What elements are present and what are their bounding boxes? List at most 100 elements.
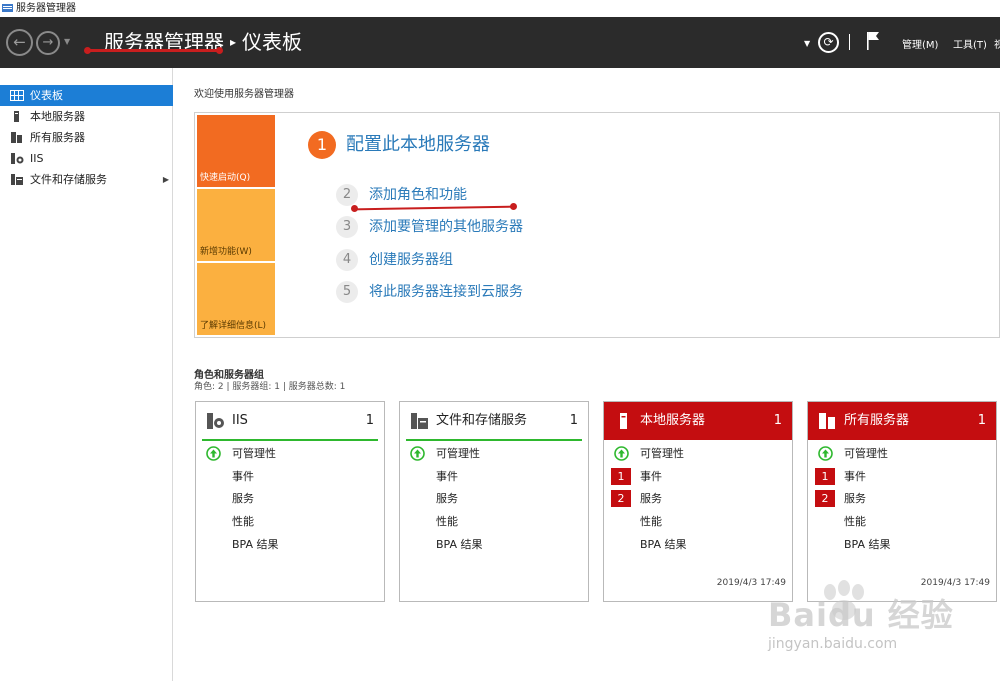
sidebar-item-file-storage[interactable]: 文件和存储服务 ▶ bbox=[0, 169, 173, 190]
role-card-row[interactable]: 可管理性 bbox=[436, 446, 480, 462]
menu-tools[interactable]: 工具(T) bbox=[953, 36, 987, 51]
role-card-row[interactable]: 可管理性 bbox=[640, 446, 684, 462]
navigation-header: ← → ▼ 服务器管理器 ▸ 仪表板 ▼ ⟳ 管理(M) 工具(T) 视 bbox=[0, 17, 1000, 68]
manageability-ok-icon bbox=[206, 446, 221, 461]
tile-label: 快速启动(Q) bbox=[200, 173, 251, 183]
role-card-row[interactable]: 性能 bbox=[232, 514, 254, 530]
refresh-icon: ⟳ bbox=[823, 35, 834, 49]
sidebar-item-label: 所有服务器 bbox=[30, 131, 85, 144]
role-card-row[interactable]: BPA 结果 bbox=[232, 537, 279, 553]
role-card-icon bbox=[819, 413, 835, 429]
sidebar-item-label: 仪表板 bbox=[30, 89, 63, 102]
role-card-header[interactable]: 本地服务器 1 bbox=[604, 402, 792, 440]
annotation-dot bbox=[216, 47, 223, 54]
alert-count-badge[interactable]: 1 bbox=[815, 468, 835, 485]
role-card-row[interactable]: 事件 bbox=[844, 469, 866, 485]
role-card-row[interactable]: 服务 bbox=[844, 491, 866, 507]
manageability-ok-icon bbox=[410, 446, 425, 461]
dashboard-icon bbox=[10, 90, 24, 101]
back-arrow-icon: ← bbox=[13, 33, 26, 51]
role-card-row[interactable]: 可管理性 bbox=[232, 446, 276, 462]
role-card-row[interactable]: 服务 bbox=[436, 491, 458, 507]
tile-learn-more[interactable]: 了解详细信息(L) bbox=[197, 263, 275, 335]
alert-count-badge[interactable]: 2 bbox=[611, 490, 631, 507]
sidebar-item-label: IIS bbox=[30, 152, 44, 165]
role-card-header[interactable]: 所有服务器 1 bbox=[808, 402, 996, 440]
alert-count-badge[interactable]: 1 bbox=[611, 468, 631, 485]
role-card-header[interactable]: IIS 1 bbox=[196, 402, 384, 440]
role-card-row[interactable]: 事件 bbox=[640, 469, 662, 485]
manageability-ok-icon bbox=[614, 446, 629, 461]
alert-count-badge[interactable]: 2 bbox=[815, 490, 835, 507]
role-card-row[interactable]: 服务 bbox=[640, 491, 662, 507]
window-title: 服务器管理器 bbox=[16, 3, 76, 14]
role-card-row[interactable]: BPA 结果 bbox=[436, 537, 483, 553]
role-card-row[interactable]: BPA 结果 bbox=[844, 537, 891, 553]
manageability-ok-icon bbox=[818, 446, 833, 461]
role-card-row[interactable]: BPA 结果 bbox=[640, 537, 687, 553]
window-titlebar: 服务器管理器 bbox=[0, 0, 1000, 17]
step-2-number: 2 bbox=[336, 184, 358, 206]
annotation-dot bbox=[84, 47, 91, 54]
role-card[interactable]: 所有服务器 1 可管理性 1 事件 2 服务 性能 BPA 结果 2019/4/3 17:49 bbox=[807, 401, 997, 602]
step-4-number: 4 bbox=[336, 249, 358, 271]
refresh-button[interactable]: ⟳ bbox=[818, 32, 839, 53]
forward-arrow-icon: → bbox=[42, 35, 54, 50]
role-card-row[interactable]: 事件 bbox=[436, 469, 458, 485]
role-card[interactable]: 文件和存储服务 1 可管理性事件服务性能 BPA 结果 bbox=[399, 401, 589, 602]
breadcrumb-separator-icon: ▸ bbox=[230, 35, 237, 49]
role-card[interactable]: IIS 1 可管理性事件服务性能 BPA 结果 bbox=[195, 401, 385, 602]
expand-arrow-icon[interactable]: ▶ bbox=[163, 169, 169, 190]
role-card-row[interactable]: 服务 bbox=[232, 491, 254, 507]
role-card-count: 1 bbox=[569, 413, 578, 428]
sidebar-item-all-servers[interactable]: 所有服务器 bbox=[0, 127, 173, 148]
role-card-title: 文件和存储服务 bbox=[436, 413, 528, 428]
forward-button[interactable]: → bbox=[36, 31, 60, 55]
create-server-group-link[interactable]: 创建服务器组 bbox=[369, 249, 453, 271]
role-card-count: 1 bbox=[365, 413, 374, 428]
role-card[interactable]: 本地服务器 1 可管理性 1 事件 2 服务 性能 BPA 结果 2019/4/3 17:49 bbox=[603, 401, 793, 602]
add-other-servers-link[interactable]: 添加要管理的其他服务器 bbox=[369, 216, 523, 238]
roles-summary: 角色: 2 | 服务器组: 1 | 服务器总数: 1 bbox=[194, 382, 346, 392]
role-card-row[interactable]: 性能 bbox=[844, 514, 866, 530]
role-card-row[interactable]: 性能 bbox=[640, 514, 662, 530]
role-card-title: IIS bbox=[232, 413, 248, 428]
notifications-flag-icon[interactable] bbox=[866, 31, 880, 51]
status-ok-bar bbox=[406, 439, 582, 441]
menu-view[interactable]: 视 bbox=[994, 36, 1000, 51]
role-card-icon bbox=[207, 413, 224, 429]
role-card-row[interactable]: 可管理性 bbox=[844, 446, 888, 462]
step-1-number: 1 bbox=[308, 131, 336, 159]
sidebar-item-dashboard[interactable]: 仪表板 bbox=[0, 85, 173, 106]
role-card-title: 所有服务器 bbox=[844, 413, 910, 428]
role-card-row[interactable]: 性能 bbox=[436, 514, 458, 530]
role-card-count: 1 bbox=[977, 413, 986, 428]
step-5-number: 5 bbox=[336, 281, 358, 303]
tile-whats-new[interactable]: 新增功能(W) bbox=[197, 189, 275, 261]
step-3-number: 3 bbox=[336, 216, 358, 238]
configure-local-server-link[interactable]: 配置此本地服务器 bbox=[346, 132, 490, 158]
sidebar-item-iis[interactable]: IIS bbox=[0, 148, 173, 169]
role-card-row[interactable]: 事件 bbox=[232, 469, 254, 485]
server-manager-app-icon bbox=[2, 4, 13, 12]
storage-icon bbox=[11, 174, 23, 185]
header-divider bbox=[849, 34, 850, 50]
watermark-url: jingyan.baidu.com bbox=[768, 636, 898, 652]
role-card-count: 1 bbox=[773, 413, 782, 428]
sidebar-item-local-server[interactable]: 本地服务器 bbox=[0, 106, 173, 127]
tile-quick-start[interactable]: 快速启动(Q) bbox=[197, 115, 275, 187]
history-dropdown-icon[interactable]: ▼ bbox=[64, 37, 70, 46]
server-icon bbox=[14, 111, 19, 122]
annotation-dot bbox=[510, 203, 517, 210]
connect-cloud-services-link[interactable]: 将此服务器连接到云服务 bbox=[369, 281, 523, 303]
tile-label: 新增功能(W) bbox=[200, 247, 252, 257]
role-card-icon bbox=[411, 413, 428, 429]
breadcrumb-current: 仪表板 bbox=[242, 30, 303, 54]
back-button[interactable]: ← bbox=[6, 29, 33, 56]
refresh-dropdown-icon[interactable]: ▼ bbox=[804, 39, 810, 48]
servers-icon bbox=[11, 132, 22, 143]
status-ok-bar bbox=[202, 439, 378, 441]
menu-manage[interactable]: 管理(M) bbox=[902, 36, 938, 51]
add-roles-features-link[interactable]: 添加角色和功能 bbox=[369, 184, 467, 206]
role-card-header[interactable]: 文件和存储服务 1 bbox=[400, 402, 588, 440]
